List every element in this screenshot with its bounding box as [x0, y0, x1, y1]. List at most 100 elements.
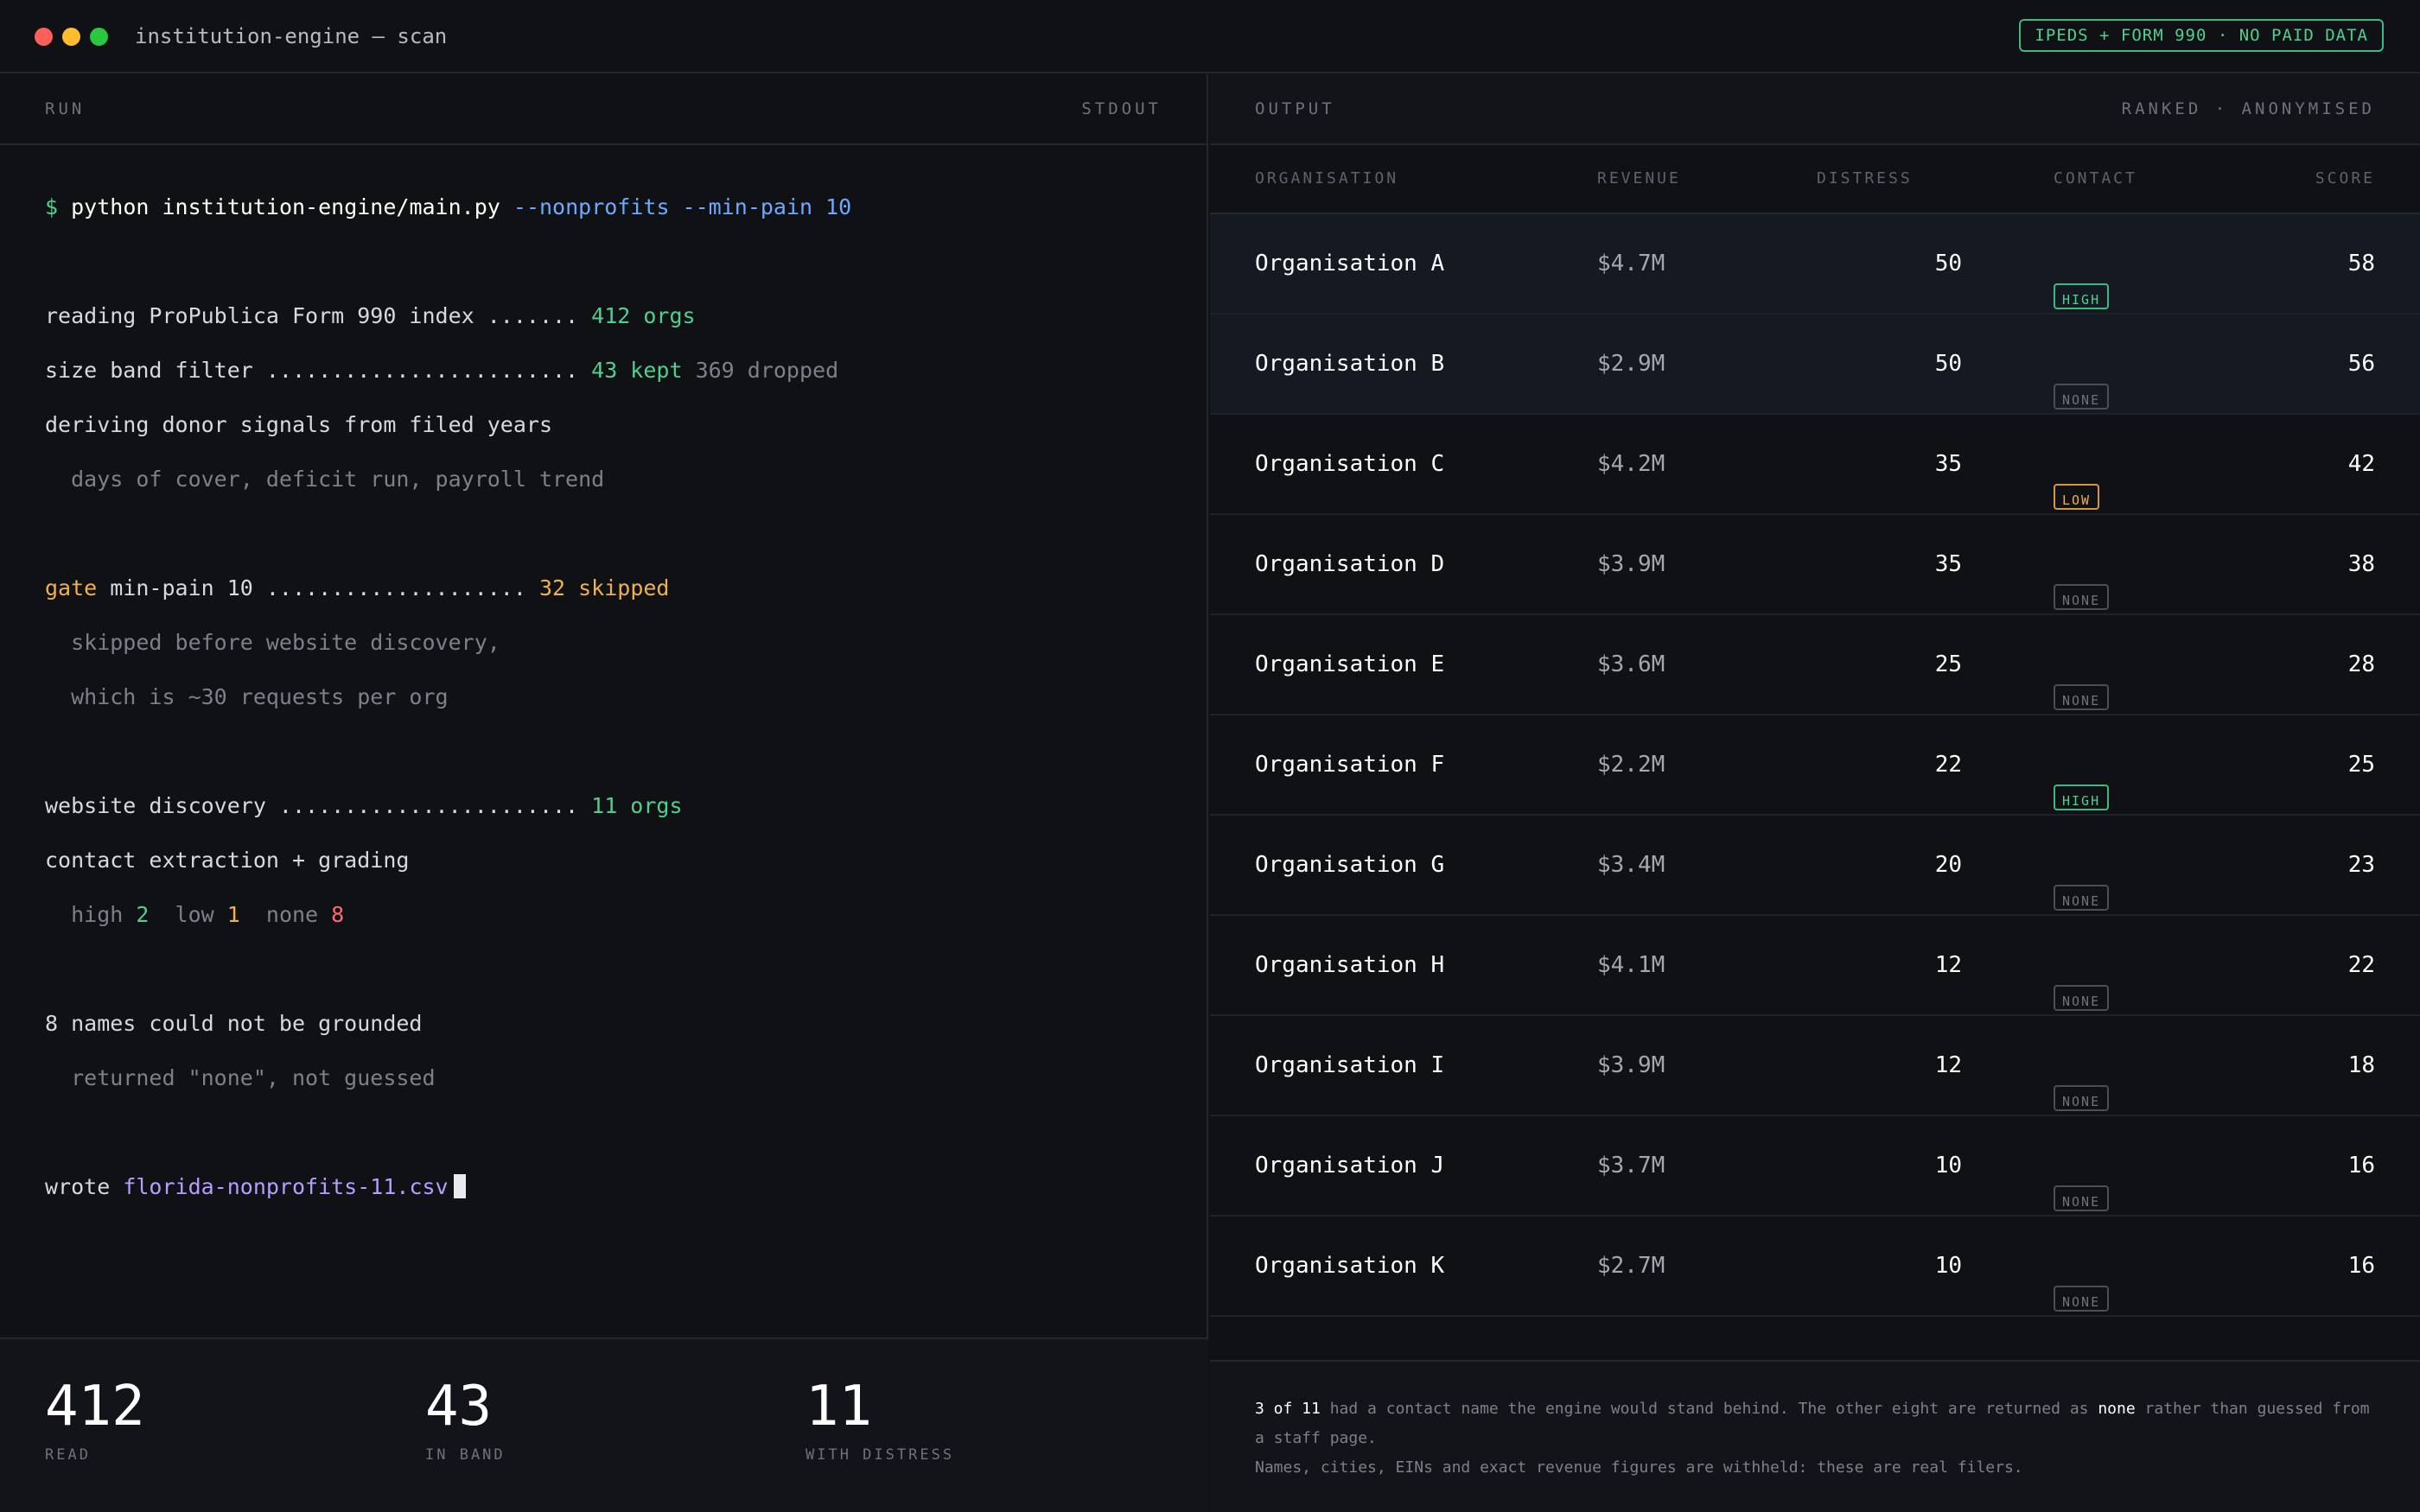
output-line: 8 names could not be grounded — [45, 1011, 423, 1036]
none-keyword: none — [2098, 1400, 2136, 1418]
column-header-revenue[interactable]: REVENUE — [1597, 169, 1681, 187]
run-label: RUN — [45, 99, 86, 118]
title-bar: institution-engine — scan IPEDS + FORM 9… — [0, 0, 2420, 73]
gate-keyword: gate — [45, 575, 98, 600]
grading-line: high 2 low 1 none 8 — [45, 887, 1162, 942]
table-row[interactable]: Organisation B $2.9M 50 NONE 56 — [1210, 314, 2420, 415]
stat-with-distress: 11 WITH DISTRESS — [806, 1374, 954, 1464]
line-text: wrote — [45, 1174, 124, 1199]
score-value: 56 — [2347, 351, 2375, 377]
table-row[interactable]: Organisation G $3.4M 20 NONE 23 — [1210, 816, 2420, 916]
line-text: size band filter .......................… — [45, 358, 592, 383]
high-label: high — [45, 902, 137, 927]
table-row[interactable]: Organisation J $3.7M 10 NONE 16 — [1210, 1116, 2420, 1217]
table-row[interactable]: Organisation A $4.7M 50 HIGH 58 — [1210, 214, 2420, 314]
run-pane-header: RUN STDOUT — [0, 74, 1207, 145]
organisation-name: Organisation G — [1255, 852, 1445, 878]
organisation-name: Organisation H — [1255, 952, 1445, 978]
output-pane-header: OUTPUT RANKED · ANONYMISED — [1210, 74, 2420, 145]
revenue-value: $3.4M — [1597, 852, 1665, 878]
organisation-name: Organisation A — [1255, 251, 1445, 276]
revenue-value: $3.6M — [1597, 651, 1665, 677]
terminal-cursor — [453, 1174, 466, 1198]
footnote-line-2: Names, cities, EINs and exact revenue fi… — [1255, 1458, 2023, 1477]
output-line: days of cover, deficit run, payroll tren… — [45, 467, 605, 492]
grounded-count: 3 of 11 — [1255, 1400, 1321, 1418]
revenue-value: $3.7M — [1597, 1153, 1665, 1178]
revenue-value: $4.1M — [1597, 952, 1665, 978]
table-row[interactable]: Organisation D $3.9M 35 NONE 38 — [1210, 515, 2420, 615]
line-text: reading ProPublica Form 990 index ......… — [45, 303, 592, 328]
revenue-value: $2.2M — [1597, 752, 1665, 778]
results-table-body: Organisation A $4.7M 50 HIGH 58 Organisation … — [1210, 214, 2420, 1317]
score-value: 18 — [2347, 1052, 2375, 1078]
stat-label: IN BAND — [425, 1446, 506, 1464]
distress-value: 50 — [1934, 251, 1962, 276]
distress-value: 25 — [1934, 651, 1962, 677]
organisation-name: Organisation F — [1255, 752, 1445, 778]
output-line: skipped before website discovery, — [45, 630, 500, 655]
score-value: 25 — [2347, 752, 2375, 778]
distress-value: 20 — [1934, 852, 1962, 878]
line-text: website discovery ......................… — [45, 793, 592, 818]
table-row[interactable]: Organisation C $4.2M 35 LOW 42 — [1210, 415, 2420, 515]
table-row[interactable]: Organisation F $2.2M 22 HIGH 25 — [1210, 715, 2420, 816]
window-title: institution-engine — scan — [135, 24, 448, 48]
revenue-value: $4.2M — [1597, 451, 1665, 477]
distress-value: 22 — [1934, 752, 1962, 778]
none-label: none — [239, 902, 332, 927]
column-header-score[interactable]: SCORE — [2315, 169, 2375, 187]
revenue-value: $2.9M — [1597, 351, 1665, 377]
distress-value: 35 — [1934, 551, 1962, 577]
organisation-name: Organisation C — [1255, 451, 1445, 477]
column-header-distress[interactable]: DISTRESS — [1817, 169, 1913, 187]
score-value: 16 — [2347, 1153, 2375, 1178]
table-row[interactable]: Organisation E $3.6M 25 NONE 28 — [1210, 615, 2420, 715]
distress-value: 50 — [1934, 351, 1962, 377]
output-line: deriving donor signals from filed years — [45, 412, 552, 437]
table-row[interactable]: Organisation I $3.9M 12 NONE 18 — [1210, 1016, 2420, 1116]
contact-grade-badge: HIGH — [2054, 283, 2110, 309]
revenue-value: $2.7M — [1597, 1253, 1665, 1279]
organisation-name: Organisation D — [1255, 551, 1445, 577]
organisation-name: Organisation J — [1255, 1153, 1445, 1178]
score-value: 38 — [2347, 551, 2375, 577]
column-header-organisation[interactable]: ORGANISATION — [1255, 169, 1398, 187]
minimize-window-button[interactable] — [62, 28, 80, 46]
revenue-value: $4.7M — [1597, 251, 1665, 276]
close-window-button[interactable] — [35, 28, 53, 46]
output-line: contact extraction + grading — [45, 848, 410, 873]
ranked-anonymised-label: RANKED · ANONYMISED — [2121, 99, 2375, 118]
maximize-window-button[interactable] — [90, 28, 108, 46]
table-row[interactable]: Organisation K $2.7M 10 NONE 16 — [1210, 1217, 2420, 1317]
contact-grade-badge: NONE — [2054, 384, 2110, 410]
contact-grade-badge: NONE — [2054, 885, 2110, 911]
output-line: wrote florida-nonprofits-11.csv — [45, 1159, 1162, 1214]
output-line: returned "none", not guessed — [45, 1065, 436, 1090]
prompt-symbol: $ — [45, 194, 59, 219]
terminal-output[interactable]: $ python institution-engine/main.py --no… — [0, 145, 1207, 1214]
distress-value: 35 — [1934, 451, 1962, 477]
score-value: 58 — [2347, 251, 2375, 276]
table-row[interactable]: Organisation H $4.1M 12 NONE 22 — [1210, 916, 2420, 1016]
contact-grade-badge: NONE — [2054, 584, 2110, 610]
stats-panel: 412 READ 43 IN BAND 11 WITH DISTRESS — [0, 1337, 1208, 1512]
output-line: reading ProPublica Form 990 index ......… — [45, 289, 1162, 343]
run-pane: RUN STDOUT $ python institution-engine/m… — [0, 74, 1208, 1512]
score-value: 23 — [2347, 852, 2375, 878]
output-line: gate min-pain 10 .................... 32… — [45, 561, 1162, 615]
table-header: ORGANISATION REVENUE DISTRESS CONTACT SC… — [1210, 145, 2420, 214]
output-label: OUTPUT — [1255, 99, 1335, 118]
output-file-link[interactable]: florida-nonprofits-11.csv — [123, 1174, 448, 1199]
distress-value: 12 — [1934, 952, 1962, 978]
footnote-line-1: 3 of 11 had a contact name the engine wo… — [1255, 1394, 2375, 1453]
footnote-text: had a contact name the engine would stan… — [1320, 1400, 2098, 1418]
stdout-label: STDOUT — [1081, 99, 1162, 118]
score-value: 42 — [2347, 451, 2375, 477]
stat-value: 412 — [45, 1375, 145, 1439]
data-source-badge: IPEDS + FORM 990 · NO PAID DATA — [2019, 19, 2384, 52]
column-header-contact[interactable]: CONTACT — [2054, 169, 2137, 187]
command-line: $ python institution-engine/main.py --no… — [45, 180, 1162, 234]
score-value: 22 — [2347, 952, 2375, 978]
score-value: 28 — [2347, 651, 2375, 677]
